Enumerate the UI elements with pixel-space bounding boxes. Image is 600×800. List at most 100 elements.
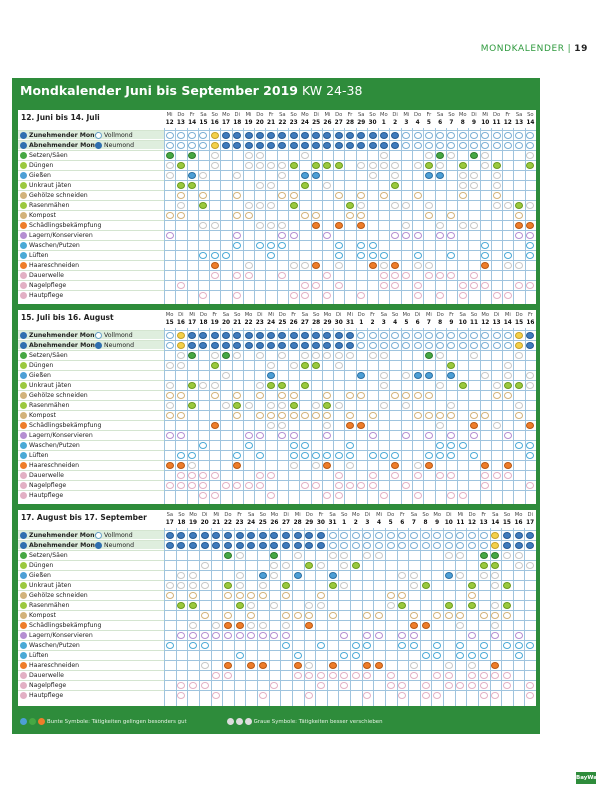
activity-label: Schädlingsbekämpfung — [29, 421, 102, 429]
weekday-label: Do — [335, 112, 343, 118]
activity-row — [164, 180, 536, 189]
moon-phase-icon — [503, 341, 512, 349]
activity-symbol-icon — [282, 621, 291, 629]
activity-icon — [20, 671, 27, 679]
activity-symbol-icon — [492, 421, 501, 429]
footer-gray-text: Graue Symbole: Tätigkeiten besser versch… — [253, 718, 383, 725]
activity-symbol-icon — [235, 651, 244, 659]
activity-symbol-icon — [300, 281, 309, 289]
activity-symbol-icon — [502, 551, 511, 559]
activity-symbol-icon — [379, 261, 388, 269]
activity-symbol-icon — [334, 471, 343, 479]
date-label: 28 — [312, 320, 321, 326]
activity-symbol-icon — [447, 441, 456, 449]
moon-phase-icon — [165, 141, 174, 149]
activity-symbol-icon — [200, 581, 209, 589]
activity-symbol-icon — [363, 671, 372, 679]
moon-phase-icon — [357, 131, 366, 139]
activity-symbol-icon — [458, 191, 467, 199]
weekday-label: Mi — [376, 512, 383, 518]
activity-symbol-icon — [244, 261, 253, 269]
activity-label: Lagern/Konservieren — [29, 431, 93, 439]
activity-symbol-icon — [177, 681, 186, 689]
activity-symbol-icon — [357, 191, 366, 199]
calendar-title: Mondkalender Juni bis September 2019 KW 2… — [20, 83, 362, 98]
waxing-moon-icon — [20, 531, 27, 539]
activity-symbol-icon — [233, 191, 242, 199]
moon-phase-icon — [334, 131, 343, 139]
activity-symbol-icon — [267, 381, 276, 389]
activity-row — [164, 270, 536, 279]
full-moon-icon — [95, 131, 102, 139]
activity-symbol-icon — [470, 281, 478, 289]
date-label: 10 — [444, 520, 453, 526]
activity-symbol-icon — [223, 581, 232, 589]
activity-row-label: Haareschneiden — [18, 660, 164, 669]
moon-phase-icon — [447, 141, 456, 149]
activity-symbol-icon — [300, 361, 309, 369]
weekday-label: Sa — [492, 512, 499, 518]
activity-symbol-icon — [357, 221, 366, 229]
activity-symbol-icon — [515, 231, 524, 239]
activity-symbol-icon — [526, 451, 535, 459]
activity-symbol-icon — [368, 251, 377, 259]
activity-row — [164, 370, 536, 379]
moon-phase-icon — [402, 331, 411, 339]
moon-phase-icon — [456, 541, 465, 549]
moon-phase-icon — [176, 131, 185, 139]
activity-symbol-icon — [514, 551, 523, 559]
activity-symbol-icon — [210, 471, 219, 479]
moon-phase-icon — [351, 541, 360, 549]
activity-icon — [20, 181, 27, 189]
activity-label: Nagelpflege — [29, 481, 67, 489]
activity-symbol-icon — [176, 201, 185, 209]
date-label: 17 — [526, 520, 535, 526]
moon-phase-icon — [278, 331, 287, 339]
new-moon-icon — [95, 141, 102, 149]
activity-symbol-icon — [470, 451, 478, 459]
date-label: 4 — [415, 120, 420, 126]
activity-symbol-icon — [470, 151, 478, 159]
activity-symbol-icon — [402, 371, 411, 379]
activity-symbol-icon — [200, 561, 209, 569]
weekday-label: Sa — [515, 112, 523, 118]
moon-phase-icon — [357, 331, 366, 339]
new-moon-icon — [95, 541, 102, 549]
moon-phase-icon — [413, 331, 422, 339]
activity-symbol-icon — [289, 161, 298, 169]
activity-symbol-icon — [447, 491, 456, 499]
waxing-moon-label: Zunehmender Mond — [29, 131, 100, 139]
activity-symbol-icon — [363, 611, 372, 619]
activity-symbol-icon — [328, 571, 337, 579]
activity-symbol-icon — [398, 631, 407, 639]
moon-phase-icon — [363, 541, 372, 549]
activity-symbol-icon — [328, 551, 337, 559]
moon-phase-icon — [470, 341, 478, 349]
weekday-label: Do — [492, 112, 501, 118]
activity-symbol-icon — [334, 361, 343, 369]
moon-phase-icon — [199, 341, 208, 349]
footer-colored-text: Bunte Symbole: Tätigkeiten gelingen beso… — [47, 718, 187, 725]
weekday-label: So — [503, 512, 511, 518]
activity-symbol-icon — [316, 681, 325, 689]
moon-phase-icon — [176, 341, 185, 349]
weekday-label: Di — [392, 112, 398, 118]
activity-symbol-icon — [368, 171, 377, 179]
activity-icon — [20, 681, 27, 689]
date-label: 18 — [233, 120, 242, 126]
activity-symbol-icon — [199, 251, 208, 259]
weekday-label: Fr — [527, 312, 533, 318]
moon-phase-icon — [436, 141, 445, 149]
full-moon-label: Vollmond — [104, 531, 133, 539]
moon-phase-icon — [255, 331, 264, 339]
activity-symbol-icon — [391, 201, 400, 209]
activity-symbol-icon — [492, 471, 501, 479]
date-label: 1 — [381, 120, 386, 126]
activity-symbol-icon — [470, 411, 478, 419]
activity-icon — [20, 231, 27, 239]
date-label: 31 — [328, 520, 337, 526]
activity-symbol-icon — [481, 151, 490, 159]
activity-symbol-icon — [503, 391, 512, 399]
activity-symbol-icon — [502, 581, 511, 589]
section-title: 15. Juli bis 16. August — [21, 313, 114, 322]
